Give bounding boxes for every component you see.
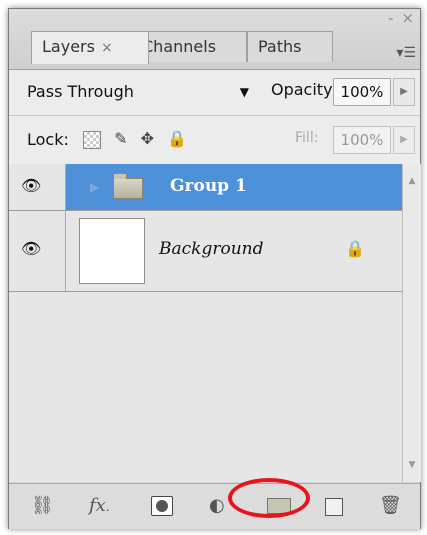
layers-panel: - × Layers × Channels Paths ▾☰ Pass Throug… (8, 8, 421, 529)
opacity-label: Opacity: (271, 80, 337, 99)
fx-icon[interactable]: fx. (89, 495, 110, 517)
layer-row-group[interactable]: 👁 ▶ Group 1 (9, 164, 402, 211)
blend-mode-value: Pass Through (27, 82, 134, 101)
fill-label: Fill: (295, 130, 319, 146)
tab-close-icon[interactable]: × (101, 40, 113, 56)
fx-label: fx (89, 495, 106, 516)
lock-all-icon[interactable]: 🔒 (167, 129, 187, 148)
new-layer-icon[interactable] (325, 498, 343, 516)
fill-slider-arrow-icon[interactable]: ▶ (393, 126, 415, 154)
highlight-ring (228, 478, 310, 518)
panel-menu-icon[interactable]: ▾☰ (396, 45, 416, 61)
eye-icon[interactable]: 👁 (21, 239, 41, 258)
scroll-down-icon[interactable]: ▼ (403, 456, 421, 474)
visibility-toggle[interactable]: 👁 (9, 211, 66, 291)
scroll-up-icon[interactable]: ▲ (403, 172, 421, 190)
layers-scrollbar[interactable]: ▲ ▼ (402, 164, 421, 482)
window-controls: - × (380, 9, 414, 27)
add-mask-icon[interactable] (151, 496, 173, 516)
panel-titlebar: - × Layers × Channels Paths ▾☰ (9, 9, 420, 69)
layer-row-background[interactable]: 👁 Background 🔒 (9, 211, 402, 292)
minimize-icon[interactable]: - (388, 9, 393, 27)
dropdown-arrow-icon: ▼ (239, 85, 249, 99)
adjustment-layer-icon[interactable]: ◐ (209, 495, 225, 517)
tab-label: Channels (142, 37, 217, 56)
layers-list: 👁 ▶ Group 1 👁 Background 🔒 (9, 164, 402, 482)
lock-label: Lock: (27, 130, 69, 149)
opacity-slider-arrow-icon[interactable]: ▶ (393, 78, 415, 106)
opacity-input[interactable]: 100% (333, 78, 391, 106)
tab-label: Layers (42, 37, 95, 56)
tab-layers[interactable]: Layers × (31, 31, 149, 64)
layer-row-body[interactable]: ▶ Group 1 (66, 164, 402, 210)
fx-dropdown-dot: . (105, 500, 110, 514)
folder-icon (113, 173, 143, 199)
lock-icons: ✎ ✥ 🔒 (83, 129, 195, 151)
lock-icon: 🔒 (345, 239, 365, 258)
tab-paths[interactable]: Paths (247, 31, 333, 62)
delete-layer-icon[interactable]: 🗑 (379, 495, 402, 517)
layer-name[interactable]: Group 1 (170, 176, 247, 196)
eye-icon[interactable]: 👁 (21, 176, 41, 195)
lock-fill-row: Lock: ✎ ✥ 🔒 Fill: 100% ▶ (9, 115, 420, 165)
layers-bottom-toolbar: ⛓ fx. ◐ 🗑 (9, 483, 420, 529)
blend-mode-select[interactable]: Pass Through ▼ (27, 79, 255, 105)
tab-label: Paths (258, 37, 302, 56)
lock-paint-brush-icon[interactable]: ✎ (114, 129, 127, 148)
fill-input[interactable]: 100% (333, 126, 391, 154)
link-layers-icon[interactable]: ⛓ (31, 495, 54, 517)
expand-triangle-icon[interactable]: ▶ (90, 180, 99, 194)
visibility-toggle[interactable]: 👁 (9, 164, 66, 210)
lock-position-icon[interactable]: ✥ (141, 129, 154, 148)
blend-opacity-row: Pass Through ▼ Opacity: 100% ▶ (9, 69, 420, 116)
close-icon[interactable]: × (401, 9, 414, 27)
lock-transparent-icon[interactable] (83, 130, 101, 149)
layer-thumbnail (79, 218, 145, 284)
layer-name[interactable]: Background (159, 239, 263, 259)
